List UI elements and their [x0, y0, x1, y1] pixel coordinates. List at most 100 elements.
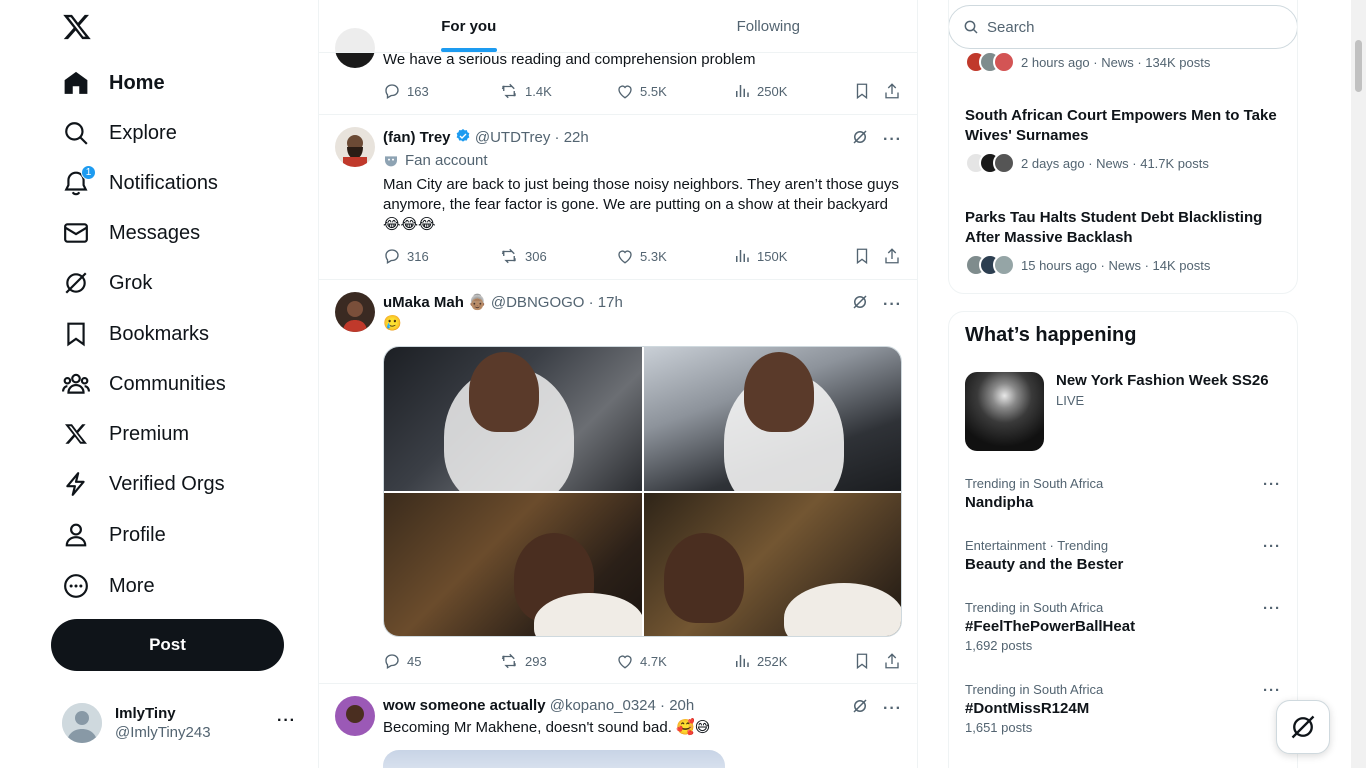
sidebar-item-profile[interactable]: Profile: [62, 515, 166, 555]
tweet-photo[interactable]: [384, 347, 642, 491]
heart-icon: [618, 85, 632, 99]
more-icon[interactable]: ···: [883, 131, 902, 149]
grok-icon[interactable]: [851, 293, 869, 316]
bookmark-button[interactable]: [853, 247, 877, 265]
view-count: 252K: [757, 653, 788, 669]
sidebar-item-premium[interactable]: Premium: [62, 414, 189, 454]
grok-floating-button[interactable]: [1276, 700, 1330, 754]
like-button[interactable]: 4.7K: [616, 652, 667, 670]
trend-item[interactable]: Trending in South Africa #FeelThePowerBa…: [965, 600, 1285, 653]
post-button[interactable]: Post: [51, 619, 284, 671]
tweet-photo[interactable]: [383, 750, 725, 768]
trend-topic: Beauty and the Bester: [965, 556, 1124, 573]
share-button[interactable]: [883, 82, 907, 100]
author-name[interactable]: (fan) Trey: [383, 129, 451, 146]
trend-item[interactable]: Entertainment · Trending Beauty and the …: [965, 538, 1285, 573]
views-button[interactable]: 150K: [733, 247, 787, 265]
sidebar-item-label: Explore: [109, 121, 177, 144]
sidebar-item-explore[interactable]: Explore: [62, 113, 177, 153]
bookmark-icon: [856, 653, 868, 670]
event-thumbnail: [965, 372, 1044, 451]
news-meta: 15 hours ago · News · 14K posts: [1021, 257, 1211, 273]
tab-for-you[interactable]: For you: [319, 0, 619, 52]
bookmark-icon: [856, 83, 868, 100]
like-count: 4.7K: [640, 653, 667, 669]
views-button[interactable]: 250K: [733, 82, 787, 100]
sidebar-item-verified-orgs[interactable]: Verified Orgs: [62, 464, 225, 504]
sidebar-item-label: Notifications: [109, 171, 218, 194]
news-title: Parks Tau Halts Student Debt Blacklistin…: [965, 209, 1263, 246]
grok-icon[interactable]: [851, 697, 869, 720]
author-handle[interactable]: @UTDTrey: [475, 129, 551, 146]
news-item[interactable]: 2 hours ago · News · 134K posts: [965, 51, 1285, 73]
more-icon[interactable]: ···: [1263, 476, 1281, 493]
more-icon[interactable]: ···: [1263, 538, 1281, 555]
trend-topic: Nandipha: [965, 494, 1034, 511]
tweet-media-grid[interactable]: [383, 346, 902, 637]
share-button[interactable]: [883, 247, 907, 265]
tweet-time[interactable]: · 17h: [589, 294, 623, 311]
more-icon[interactable]: ···: [277, 712, 296, 730]
more-icon[interactable]: ···: [883, 296, 902, 314]
view-count: 150K: [757, 248, 788, 264]
trend-post-count: 1,692 posts: [965, 638, 1033, 653]
news-item[interactable]: Parks Tau Halts Student Debt Blacklistin…: [965, 208, 1285, 276]
tweet[interactable]: (fan) Trey @UTDTrey · 22h ··· Fan accoun…: [319, 115, 917, 280]
more-icon[interactable]: ···: [1263, 682, 1281, 699]
tweet-photo[interactable]: [643, 347, 901, 491]
sidebar-item-grok[interactable]: Grok: [62, 263, 152, 303]
tweet-text: We have a serious reading and comprehens…: [383, 51, 756, 68]
x-logo-icon[interactable]: [62, 12, 92, 42]
featured-event[interactable]: New York Fashion Week SS26 LIVE: [965, 372, 1269, 451]
bookmark-button[interactable]: [853, 652, 877, 670]
tweet[interactable]: wow someone actually @kopano_0324 · 20h …: [319, 684, 917, 768]
tweet-photo[interactable]: [643, 492, 901, 636]
sidebar-item-notifications[interactable]: 1 Notifications: [62, 163, 218, 203]
retweet-button[interactable]: 293: [499, 652, 547, 670]
grok-icon[interactable]: [851, 128, 869, 151]
sidebar-item-communities[interactable]: Communities: [62, 364, 226, 404]
author-name[interactable]: uMaka Mah 👵🏽: [383, 294, 487, 311]
trend-item[interactable]: Trending in South Africa Nandipha ···: [965, 476, 1285, 511]
trend-context: Trending in South Africa: [965, 600, 1104, 615]
tweet-header: (fan) Trey @UTDTrey · 22h: [383, 128, 589, 146]
sidebar-item-bookmarks[interactable]: Bookmarks: [62, 314, 209, 354]
more-icon[interactable]: ···: [883, 700, 902, 718]
author-handle[interactable]: @DBNGOGO: [491, 294, 585, 311]
tweet-time[interactable]: · 20h: [660, 697, 694, 714]
retweet-button[interactable]: 306: [499, 247, 547, 265]
sidebar-item-label: More: [109, 574, 155, 597]
author-name[interactable]: wow someone actually: [383, 697, 546, 714]
like-button[interactable]: 5.5K: [616, 82, 667, 100]
reply-button[interactable]: 45: [383, 652, 421, 670]
news-item[interactable]: South African Court Empowers Men to Take…: [965, 106, 1285, 174]
reply-button[interactable]: 316: [383, 247, 429, 265]
reply-button[interactable]: 163: [383, 82, 429, 100]
tweet-time[interactable]: · 22h: [555, 129, 589, 146]
bookmark-button[interactable]: [853, 82, 877, 100]
sidebar-item-more[interactable]: More: [62, 566, 155, 606]
sidebar: Home Explore 1 Notifications Messages Gr…: [0, 0, 318, 768]
scrollbar-thumb[interactable]: [1355, 40, 1362, 92]
trend-topic: #FeelThePowerBallHeat: [965, 618, 1136, 635]
grok-icon: [62, 269, 90, 297]
sidebar-item-home[interactable]: Home: [62, 63, 165, 103]
sidebar-item-messages[interactable]: Messages: [62, 213, 200, 253]
views-button[interactable]: 252K: [733, 652, 787, 670]
scrollbar[interactable]: [1351, 0, 1366, 768]
like-button[interactable]: 5.3K: [616, 247, 667, 265]
share-button[interactable]: [883, 652, 907, 670]
account-switcher[interactable]: ImlyTiny @ImlyTiny243 ···: [62, 700, 302, 746]
tweet[interactable]: uMaka Mah 👵🏽 @DBNGOGO · 17h ··· 🥲 45 293…: [319, 280, 917, 684]
trend-item[interactable]: Trending in South Africa #DontMissR124M …: [965, 682, 1285, 735]
bookmark-icon: [856, 248, 868, 265]
envelope-icon: [62, 219, 90, 247]
x-logo-icon: [62, 420, 90, 448]
retweet-count: 1.4K: [525, 83, 552, 99]
tweet-photo[interactable]: [384, 492, 642, 636]
tab-following[interactable]: Following: [619, 0, 918, 52]
more-icon[interactable]: ···: [1263, 600, 1281, 617]
author-handle[interactable]: @kopano_0324: [550, 697, 656, 714]
retweet-button[interactable]: 1.4K: [499, 82, 552, 100]
avatar: [335, 292, 375, 332]
